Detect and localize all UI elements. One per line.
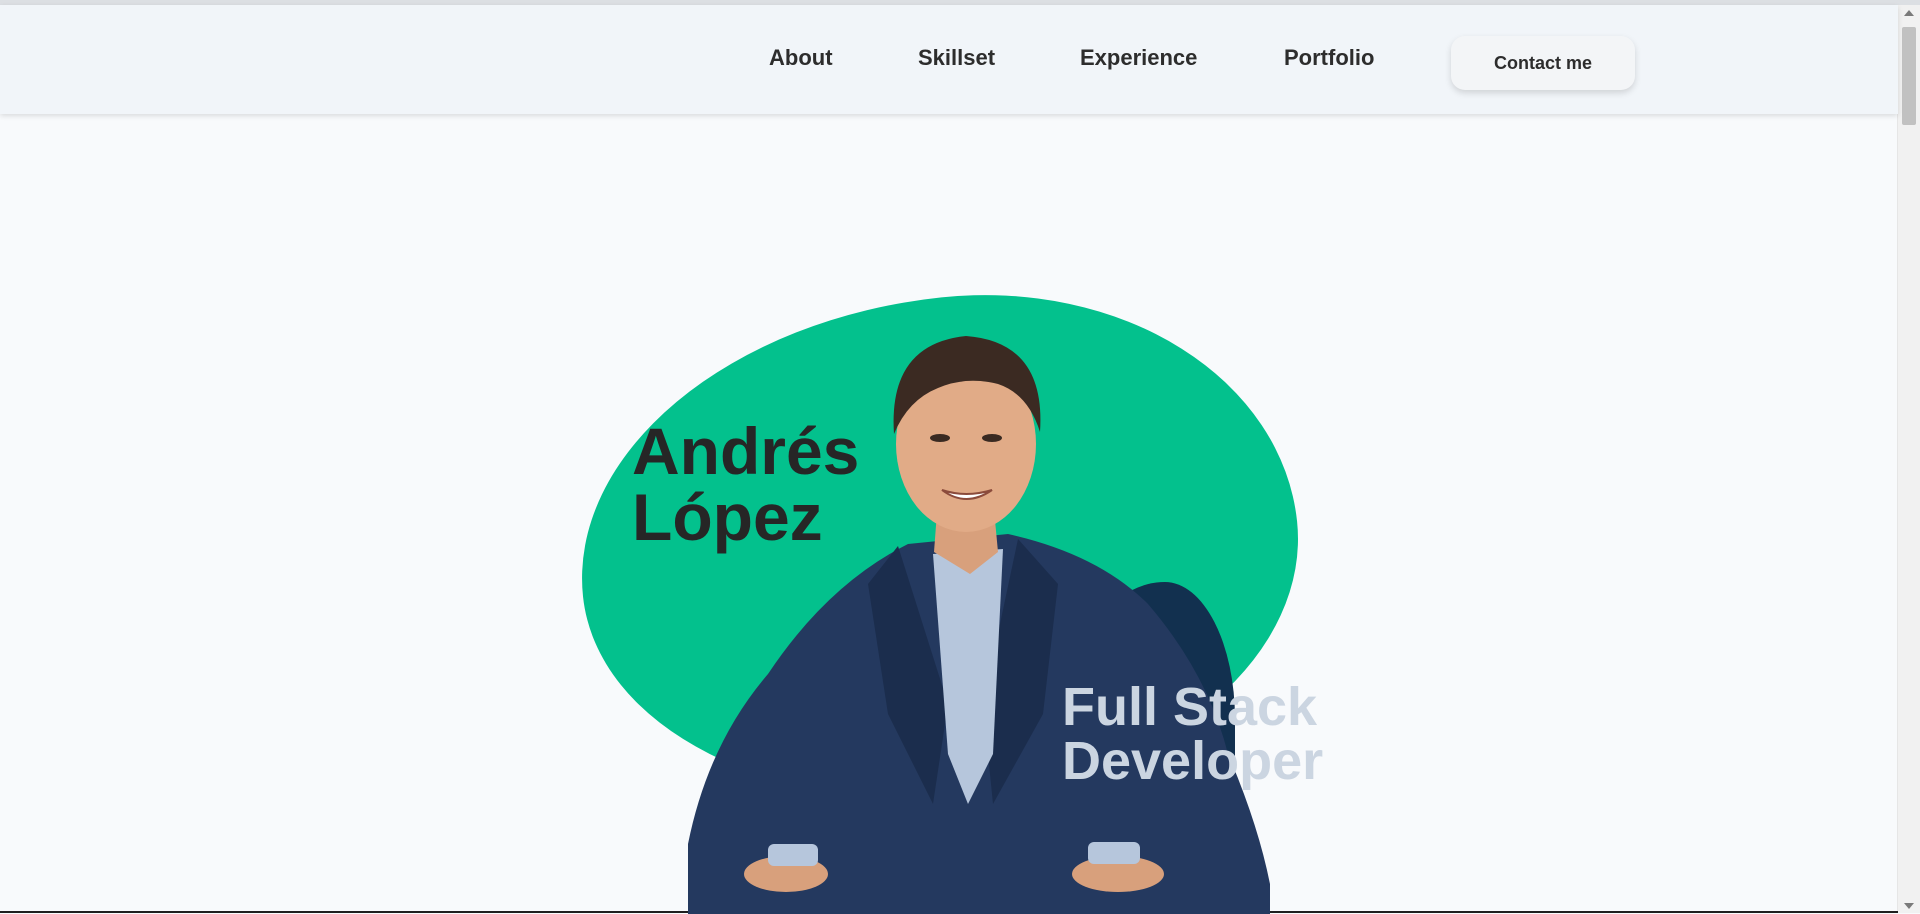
nav-link-skillset[interactable]: Skillset [918, 45, 995, 71]
contact-me-button[interactable]: Contact me [1451, 36, 1635, 90]
hero-role-line1: Full Stack [1062, 680, 1323, 734]
nav-link-portfolio[interactable]: Portfolio [1284, 45, 1374, 71]
scrollbar-thumb[interactable] [1902, 27, 1916, 125]
page-scrollbar[interactable] [1897, 5, 1920, 913]
portrait-photo [648, 284, 1270, 914]
hero-section: Andrés López Full Stack Developer [0, 114, 1898, 913]
hero-role: Full Stack Developer [1062, 680, 1323, 788]
top-navbar: About Skillset Experience Portfolio Cont… [0, 5, 1898, 114]
scroll-up-icon[interactable] [1904, 10, 1914, 16]
nav-link-about[interactable]: About [769, 45, 833, 71]
scroll-down-icon[interactable] [1904, 903, 1914, 909]
hero-role-line2: Developer [1062, 734, 1323, 788]
portrait-cuff-right [1088, 842, 1140, 864]
portrait-eye-right [982, 434, 1002, 442]
portrait-cuff-left [768, 844, 818, 866]
nav-link-experience[interactable]: Experience [1080, 45, 1197, 71]
portrait-eye-left [930, 434, 950, 442]
